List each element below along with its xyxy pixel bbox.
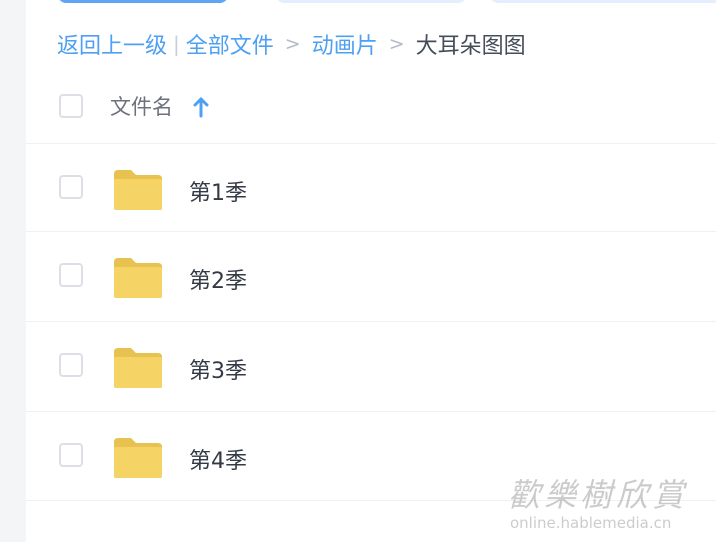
row-checkbox[interactable]: [59, 263, 83, 287]
file-name[interactable]: 第2季: [189, 263, 247, 295]
folder-icon[interactable]: [112, 436, 164, 480]
table-row[interactable]: 第2季: [26, 231, 716, 322]
folder-icon[interactable]: [112, 256, 164, 300]
breadcrumb-divider: |: [173, 32, 180, 56]
row-checkbox[interactable]: [59, 353, 83, 377]
breadcrumb-current: 大耳朵图图: [415, 34, 526, 59]
left-gutter: [0, 0, 26, 542]
breadcrumb-folder[interactable]: 动画片: [312, 28, 378, 60]
table-header: 文件名: [26, 72, 716, 144]
file-name[interactable]: 第4季: [189, 443, 247, 475]
sort-ascending-icon[interactable]: [192, 96, 210, 118]
table-row[interactable]: 第1季: [26, 143, 716, 234]
breadcrumb: 返回上一级 | 全部文件 > 动画片 > 大耳朵图图: [57, 28, 526, 60]
toolbar-tertiary-button[interactable]: [490, 0, 716, 3]
breadcrumb-separator: >: [284, 33, 301, 55]
column-header-name[interactable]: 文件名: [110, 91, 173, 121]
watermark-url: online.hablemedia.cn: [510, 514, 672, 532]
breadcrumb-all-files[interactable]: 全部文件: [186, 28, 274, 60]
folder-icon[interactable]: [112, 168, 164, 212]
folder-icon[interactable]: [112, 346, 164, 390]
row-checkbox[interactable]: [59, 175, 83, 199]
toolbar-primary-button[interactable]: [58, 0, 228, 3]
file-name[interactable]: 第1季: [189, 175, 247, 207]
row-checkbox[interactable]: [59, 443, 83, 467]
select-all-checkbox[interactable]: [59, 94, 83, 118]
toolbar-secondary-button[interactable]: [276, 0, 466, 3]
back-link[interactable]: 返回上一级: [57, 28, 167, 60]
watermark-seal: 歡樂樹欣賞: [508, 476, 689, 514]
breadcrumb-separator: >: [388, 33, 405, 55]
file-name[interactable]: 第3季: [189, 353, 247, 385]
table-row[interactable]: 第3季: [26, 321, 716, 412]
